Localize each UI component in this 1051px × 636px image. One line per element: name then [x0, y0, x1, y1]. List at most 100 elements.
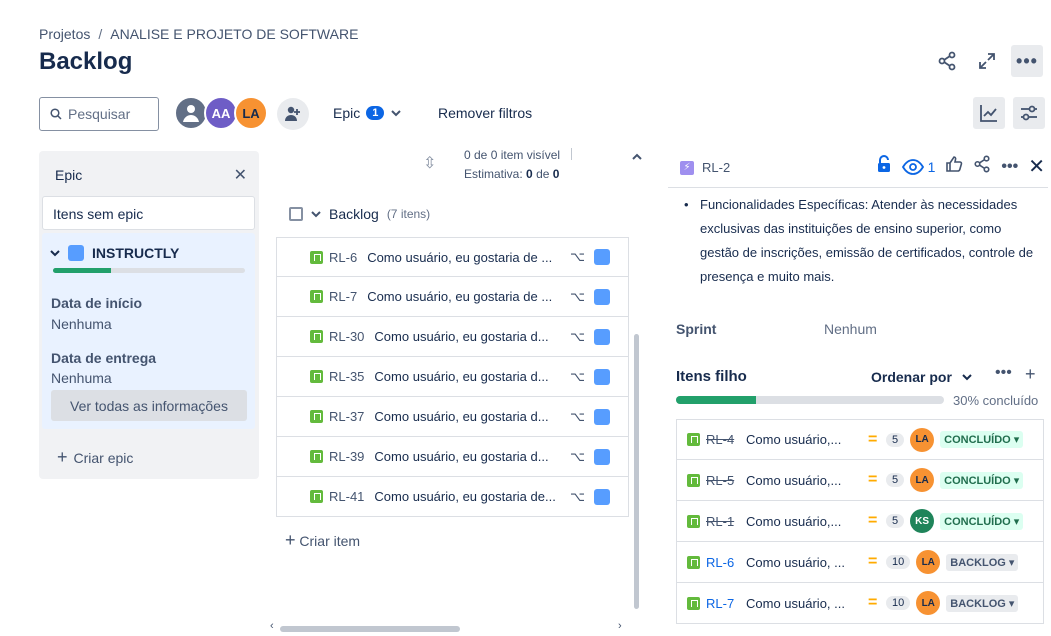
- create-epic-button[interactable]: + Criar epic: [57, 447, 133, 468]
- table-row[interactable]: RL-37 Como usuário, eu gostaria d... ⌥: [276, 397, 629, 437]
- sprint-value[interactable]: Nenhum: [824, 321, 877, 337]
- list-item[interactable]: RL-7 Como usuário, ... = 10 LA BACKLOG ▾: [676, 583, 1044, 624]
- horizontal-scrollbar[interactable]: [280, 626, 460, 632]
- close-epic-panel-button[interactable]: ✕: [234, 165, 247, 185]
- collapse-button[interactable]: [631, 150, 643, 168]
- view-all-details-button[interactable]: Ver todas as informações: [51, 390, 247, 421]
- child-progress-fill: [676, 396, 757, 404]
- issue-summary: Como usuário, eu gostaria de ...: [367, 289, 553, 304]
- issue-key[interactable]: RL-2: [702, 160, 730, 175]
- search-input[interactable]: Pesquisar: [39, 97, 159, 131]
- child-items-more-button[interactable]: •••: [995, 364, 1012, 382]
- epic-color-square: [594, 368, 610, 385]
- avatar[interactable]: [174, 96, 208, 130]
- lock-icon[interactable]: [876, 155, 892, 178]
- issue-key[interactable]: RL-30: [329, 329, 364, 344]
- issue-summary: Como usuário, eu gostaria d...: [374, 449, 549, 464]
- detail-divider: [668, 187, 1048, 188]
- issue-key[interactable]: RL-35: [329, 369, 364, 384]
- child-issue-key[interactable]: RL-5: [706, 473, 746, 488]
- remove-filters-button[interactable]: Remover filtros: [438, 105, 532, 121]
- share-icon[interactable]: [973, 155, 991, 178]
- child-items-list: RL-4 Como usuário,... = 5 LA CONCLUÍDO ▾ RL-5 C…: [676, 419, 1044, 624]
- insights-button[interactable]: [973, 97, 1005, 129]
- create-item-button[interactable]: + Criar item: [285, 530, 360, 551]
- hierarchy-icon: ⌥: [570, 488, 585, 504]
- drag-handle-icon[interactable]: ⇳: [423, 153, 436, 173]
- list-item[interactable]: RL-1 Como usuário,... = 5 KS CONCLUÍDO ▾: [676, 501, 1044, 542]
- view-settings-button[interactable]: [1013, 97, 1045, 129]
- issue-key[interactable]: RL-39: [329, 449, 364, 464]
- scroll-right-icon[interactable]: ›: [618, 620, 622, 632]
- avatar[interactable]: LA: [910, 468, 935, 492]
- child-issue-key[interactable]: RL-7: [706, 596, 746, 611]
- epic-card-title[interactable]: INSTRUCTLY: [50, 245, 179, 261]
- status-badge[interactable]: CONCLUÍDO ▾: [940, 471, 1024, 489]
- backlog-header[interactable]: Backlog (7 itens): [289, 206, 430, 222]
- list-item[interactable]: RL-6 Como usuário, ... = 10 LA BACKLOG ▾: [676, 542, 1044, 583]
- issue-key[interactable]: RL-6: [329, 250, 357, 265]
- epic-card[interactable]: INSTRUCTLY Data de início Nenhuma Data d…: [42, 233, 255, 429]
- status-badge[interactable]: CONCLUÍDO ▾: [940, 512, 1024, 530]
- chevron-down-icon[interactable]: [311, 209, 321, 219]
- breadcrumb-projects[interactable]: Projetos: [39, 26, 90, 42]
- add-person-button[interactable]: [277, 98, 309, 130]
- table-row[interactable]: RL-30 Como usuário, eu gostaria d... ⌥: [276, 317, 629, 357]
- issue-description: Funcionalidades Específicas: Atender às …: [682, 193, 1042, 289]
- issue-summary: Como usuário, eu gostaria de ...: [367, 249, 553, 265]
- child-issue-key[interactable]: RL-1: [706, 514, 746, 529]
- story-points: 5: [886, 514, 905, 528]
- table-row[interactable]: RL-41 Como usuário, eu gostaria de... ⌥: [276, 477, 629, 517]
- issue-key[interactable]: RL-41: [329, 489, 364, 504]
- watch-button[interactable]: 1: [901, 158, 935, 175]
- child-issue-key[interactable]: RL-6: [706, 555, 746, 570]
- list-item[interactable]: RL-4 Como usuário,... = 5 LA CONCLUÍDO ▾: [676, 419, 1044, 460]
- avatar[interactable]: LA: [916, 550, 941, 574]
- epic-icon: ⚡: [680, 160, 694, 175]
- issue-detail-key[interactable]: ⚡ RL-2: [680, 160, 730, 175]
- table-row[interactable]: RL-35 Como usuário, eu gostaria d... ⌥: [276, 357, 629, 397]
- epic-color-square: [594, 328, 610, 345]
- chevron-down-icon[interactable]: [50, 248, 60, 258]
- backlog-issue-list: RL-6 Como usuário, eu gostaria de ... ⌥ RL-…: [276, 237, 629, 517]
- order-by-dropdown[interactable]: Ordenar por: [871, 369, 972, 385]
- scroll-left-icon[interactable]: ‹: [270, 620, 274, 632]
- more-icon[interactable]: •••: [1001, 158, 1018, 176]
- backlog-select-checkbox[interactable]: [289, 207, 303, 221]
- child-issue-key[interactable]: RL-4: [706, 432, 746, 447]
- like-icon[interactable]: [945, 155, 963, 178]
- epic-filter-dropdown[interactable]: Epic 1: [333, 105, 402, 121]
- child-issue-summary: Como usuário, ...: [746, 595, 845, 611]
- share-button[interactable]: [931, 45, 963, 77]
- chevron-down-icon: [391, 110, 402, 117]
- issue-key[interactable]: RL-7: [329, 289, 357, 304]
- eye-icon: [901, 158, 924, 175]
- no-epic-filter[interactable]: Itens sem epic: [42, 196, 255, 230]
- table-row[interactable]: RL-39 Como usuário, eu gostaria d... ⌥: [276, 437, 629, 477]
- issue-detail-actions: 1 ••• ✕: [876, 154, 1045, 179]
- list-item[interactable]: RL-5 Como usuário,... = 5 LA CONCLUÍDO ▾: [676, 460, 1044, 501]
- breadcrumb-project[interactable]: ANALISE E PROJETO DE SOFTWARE: [110, 26, 358, 42]
- story-icon: [310, 490, 323, 503]
- close-icon[interactable]: ✕: [1028, 154, 1045, 179]
- status-badge[interactable]: BACKLOG ▾: [946, 594, 1019, 612]
- start-date-value: Nenhuma: [51, 316, 112, 332]
- child-progress-label: 30% concluído: [953, 393, 1039, 408]
- status-badge[interactable]: BACKLOG ▾: [946, 553, 1019, 571]
- avatar[interactable]: LA: [916, 591, 941, 615]
- more-actions-button[interactable]: •••: [1011, 45, 1043, 77]
- table-row[interactable]: RL-6 Como usuário, eu gostaria de ... ⌥: [276, 237, 629, 277]
- backlog-count: (7 itens): [386, 207, 431, 221]
- avatar[interactable]: LA: [234, 96, 268, 130]
- add-child-item-button[interactable]: +: [1025, 364, 1036, 385]
- breadcrumb: Projetos / ANALISE E PROJETO DE SOFTWARE: [39, 26, 358, 42]
- issue-summary: Como usuário, eu gostaria d...: [374, 329, 549, 344]
- avatar[interactable]: AA: [204, 96, 238, 130]
- vertical-scrollbar[interactable]: [634, 334, 639, 609]
- status-badge[interactable]: CONCLUÍDO ▾: [940, 431, 1024, 448]
- avatar[interactable]: KS: [910, 509, 935, 533]
- table-row[interactable]: RL-7 Como usuário, eu gostaria de ... ⌥: [276, 277, 629, 317]
- expand-button[interactable]: [971, 45, 1003, 77]
- avatar[interactable]: LA: [910, 427, 935, 452]
- issue-key[interactable]: RL-37: [329, 409, 364, 424]
